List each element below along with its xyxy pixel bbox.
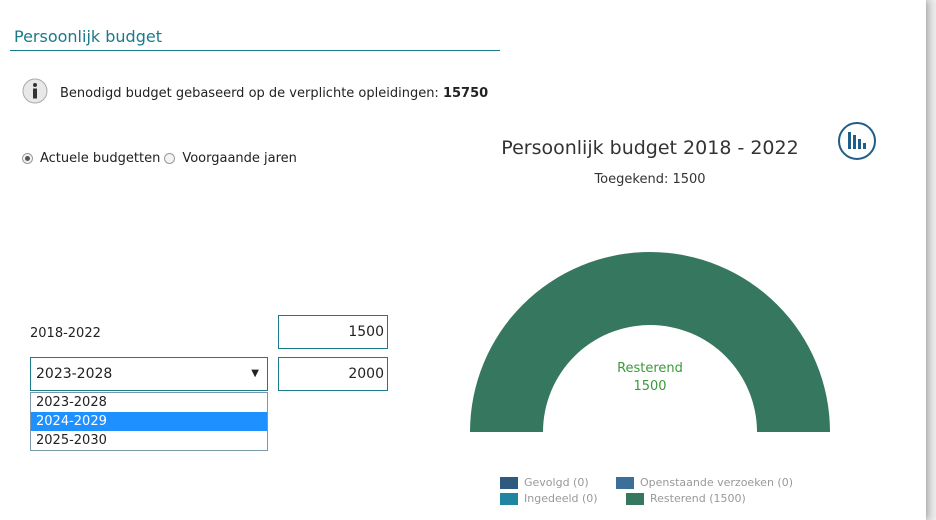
period-label: 2018-2022 (30, 326, 101, 341)
legend-swatch (626, 492, 644, 505)
legend-swatch (616, 476, 634, 489)
legend-label: Gevolgd (0) (524, 476, 589, 489)
legend-item-gevolgd[interactable]: Gevolgd (0) (500, 476, 589, 489)
legend-item-openstaande[interactable]: Openstaande verzoeken (0) (616, 476, 793, 489)
legend-item-resterend[interactable]: Resterend (1500) (626, 492, 746, 505)
required-budget-value: 15750 (442, 86, 489, 101)
period-select[interactable]: 2023-2028 ▼ (30, 357, 268, 391)
info-icon (22, 78, 48, 104)
radio-actuele-budgetten[interactable] (22, 153, 33, 164)
budget-mode-radios: Actuele budgetten Voorgaande jaren (22, 151, 301, 166)
section-title: Persoonlijk budget (14, 27, 162, 46)
chart-toggle-button[interactable] (838, 122, 876, 160)
bar-chart-icon (848, 132, 866, 149)
gauge-slice-resterend[interactable] (470, 252, 830, 432)
gauge-center-label: Resterend 1500 (590, 360, 710, 396)
radio-voorgaande-jaren[interactable] (164, 153, 176, 164)
legend-label: Openstaande verzoeken (0) (640, 476, 793, 489)
period-dropdown-list: 2023-2028 2024-2029 2025-2030 (30, 392, 268, 451)
radio-label-actuele: Actuele budgetten (40, 151, 161, 166)
budget-gauge (470, 252, 830, 432)
gauge-center-title: Resterend (617, 361, 683, 376)
amount-input-period2[interactable]: 2000 (278, 357, 388, 391)
legend-item-ingedeeld[interactable]: Ingedeeld (0) (500, 492, 598, 505)
legend-swatch (500, 492, 518, 505)
dropdown-option[interactable]: 2025-2030 (31, 431, 267, 450)
amount-input-period1[interactable]: 1500 (278, 315, 388, 349)
chart-subtitle: Toegekend: 1500 (594, 172, 706, 187)
required-budget-label: Benodigd budget gebaseerd op de verplich… (60, 86, 443, 101)
legend-label: Resterend (1500) (650, 492, 746, 505)
dropdown-option[interactable]: 2023-2028 (31, 393, 267, 412)
legend-label: Ingedeeld (0) (524, 492, 598, 505)
title-divider (10, 50, 500, 51)
gauge-center-value: 1500 (633, 379, 667, 394)
dropdown-arrow-icon: ▼ (251, 368, 259, 379)
dropdown-option-highlighted[interactable]: 2024-2029 (31, 412, 267, 431)
chart-title: Persoonlijk budget 2018 - 2022 (501, 137, 799, 159)
required-budget-text: Benodigd budget gebaseerd op de verplich… (60, 86, 488, 101)
radio-label-voorgaande: Voorgaande jaren (182, 151, 297, 166)
budget-panel: Persoonlijk budget Benodigd budget gebas… (0, 0, 926, 520)
legend-swatch (500, 476, 518, 489)
period-select-value: 2023-2028 (36, 366, 113, 382)
